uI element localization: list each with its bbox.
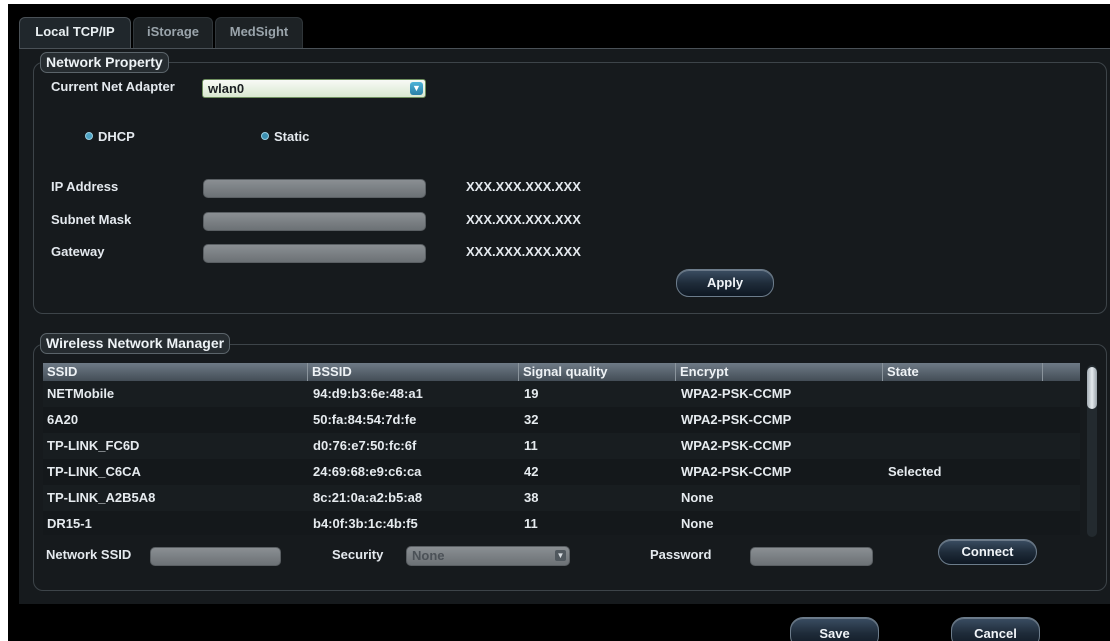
cell-state: Selected [888,464,942,479]
subnet-mask-field[interactable] [203,212,426,231]
column-signal-quality[interactable]: Signal quality [519,363,676,381]
cell-bssid: 8c:21:0a:a2:b5:a8 [313,490,423,505]
wireless-network-title: Wireless Network Manager [40,333,231,354]
cell-encrypt: WPA2-PSK-CCMP [681,412,792,427]
tab-medsight[interactable]: MedSight [215,17,303,49]
ip-address-label: IP Address [51,179,119,194]
static-radio[interactable]: Static [261,129,309,144]
column-state[interactable]: State [883,363,1043,381]
cell-signal: 42 [524,464,539,479]
table-scrollbar[interactable] [1087,365,1097,537]
cell-encrypt: None [681,490,714,505]
static-label: Static [274,129,310,144]
cell-ssid: DR15-1 [47,516,92,531]
gateway-field[interactable] [203,244,426,263]
table-row[interactable]: 6A20 50:fa:84:54:7d:fe 32 WPA2-PSK-CCMP [43,407,1080,434]
network-ssid-field[interactable] [150,547,281,566]
cell-encrypt: WPA2-PSK-CCMP [681,438,792,453]
chevron-down-icon: ▼ [410,82,423,95]
subnet-mask-label: Subnet Mask [51,212,132,227]
cell-encrypt: WPA2-PSK-CCMP [681,464,792,479]
cell-signal: 38 [524,490,539,505]
cell-ssid: NETMobile [47,386,115,401]
security-value: None [412,548,445,563]
connect-button[interactable]: Connect [938,539,1037,565]
column-encrypt[interactable]: Encrypt [676,363,883,381]
table-row[interactable]: DR15-1 b4:0f:3b:1c:4b:f5 11 None [43,511,1080,535]
settings-window: Local TCP/IP iStorage MedSight Network P… [8,4,1110,641]
column-bssid[interactable]: BSSID [308,363,519,381]
cell-signal: 19 [524,386,539,401]
cell-bssid: b4:0f:3b:1c:4b:f5 [313,516,418,531]
cell-encrypt: None [681,516,714,531]
tab-local-tcp-ip[interactable]: Local TCP/IP [19,17,131,49]
table-row[interactable]: TP-LINK_A2B5A8 8c:21:0a:a2:b5:a8 38 None [43,485,1080,512]
dhcp-label: DHCP [98,129,135,144]
ip-address-field[interactable] [203,179,426,198]
security-select[interactable]: None ▼ [406,546,570,566]
wireless-network-table: SSID BSSID Signal quality Encrypt State … [43,363,1097,535]
cell-ssid: 6A20 [47,412,79,427]
password-field[interactable] [750,547,873,566]
radio-static-icon [261,132,269,140]
gateway-value: XXX.XXX.XXX.XXX [466,244,581,259]
table-row[interactable]: NETMobile 94:d9:b3:6e:48:a1 19 WPA2-PSK-CCM… [43,381,1080,408]
table-row[interactable]: TP-LINK_C6CA 24:69:68:e9:c6:ca 42 WPA2-PSK-… [43,459,1080,486]
cell-ssid: TP-LINK_FC6D [47,438,140,453]
cell-ssid: TP-LINK_A2B5A8 [47,490,156,505]
cell-bssid: 24:69:68:e9:c6:ca [313,464,422,479]
cell-encrypt: WPA2-PSK-CCMP [681,386,792,401]
scrollbar-thumb[interactable] [1087,367,1097,409]
network-ssid-label: Network SSID [46,547,132,562]
tab-istorage[interactable]: iStorage [133,17,213,49]
network-property-title: Network Property [40,52,169,73]
ip-address-value: XXX.XXX.XXX.XXX [466,179,581,194]
cell-bssid: 50:fa:84:54:7d:fe [313,412,417,427]
net-adapter-select[interactable]: wlan0 ▼ [202,79,426,98]
current-net-adapter-label: Current Net Adapter [51,79,175,94]
gateway-label: Gateway [51,244,105,259]
cancel-button[interactable]: Cancel [951,617,1040,641]
cell-signal: 11 [524,516,538,531]
cell-signal: 11 [524,438,538,453]
table-body: NETMobile 94:d9:b3:6e:48:a1 19 WPA2-PSK-CCM… [43,381,1080,535]
apply-button[interactable]: Apply [676,269,774,297]
cell-ssid: TP-LINK_C6CA [47,464,141,479]
password-label: Password [650,547,712,562]
cell-signal: 32 [524,412,539,427]
table-row[interactable]: TP-LINK_FC6D d0:76:e7:50:fc:6f 11 WPA2-PSK-… [43,433,1080,460]
security-label: Security [332,547,384,562]
net-adapter-value: wlan0 [208,81,245,96]
save-button[interactable]: Save [790,617,879,641]
radio-dhcp-icon [85,132,93,140]
cell-bssid: 94:d9:b3:6e:48:a1 [313,386,423,401]
cell-bssid: d0:76:e7:50:fc:6f [313,438,417,453]
dhcp-radio[interactable]: DHCP [85,129,135,144]
column-ssid[interactable]: SSID [43,363,308,381]
subnet-mask-value: XXX.XXX.XXX.XXX [466,212,581,227]
table-header: SSID BSSID Signal quality Encrypt State [43,363,1080,382]
chevron-down-icon: ▼ [555,550,566,561]
